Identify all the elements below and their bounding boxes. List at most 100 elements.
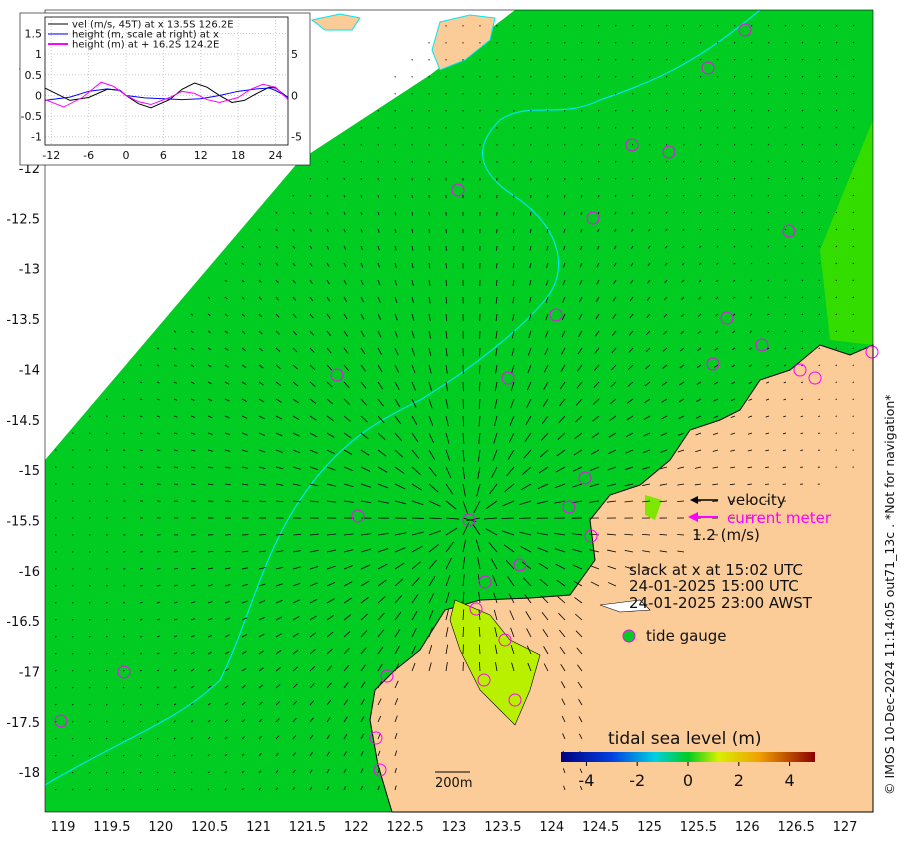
inset-x-tick: 24 [269,149,283,162]
velocity-arrow [852,347,855,349]
velocity-arrow [852,381,855,383]
velocity-arrow [122,398,125,400]
velocity-arrow [156,466,161,468]
lon-tick-label: 125 [637,820,662,835]
colorbar [561,752,815,762]
velocity-arrow [632,58,634,61]
colorbar-tick-label: -2 [629,771,645,790]
velocity-arrow [411,194,413,199]
lon-tick-label: 124.5 [582,820,619,835]
velocity-arrow [105,653,108,655]
lon-tick-label: 120 [148,820,173,835]
velocity-arrow [377,177,379,181]
velocity-arrow [496,262,498,269]
velocity-arrow [615,126,617,129]
velocity-arrow [666,92,668,95]
velocity-arrow [122,653,125,655]
velocity-arrow [445,262,447,269]
lat-tick-label: -15 [19,464,40,479]
lon-tick-label: 123.5 [484,820,521,835]
velocity-arrow [649,126,651,129]
velocity-arrow [683,41,685,44]
colorbar-title: tidal sea level (m) [608,729,762,749]
velocity-arrow [88,687,91,689]
velocity-arrow [54,670,57,672]
velocity-arrow [105,687,108,689]
velocity-arrow [156,568,161,570]
inset-y-tick: 0.5 [25,69,43,82]
velocity-arrow [649,109,651,112]
lon-tick-label: 122 [344,820,369,835]
lon-tick-label: 125.5 [680,820,717,835]
time-utc: 24-01-2025 15:00 UTC [629,577,799,595]
velocity-arrow [649,24,651,27]
legend-tide-gauge: tide gauge [646,627,727,645]
inset-x-tick: -6 [83,149,94,162]
lon-tick-label: 121 [246,820,271,835]
velocity-arrow [666,41,668,44]
lon-tick-label: 119.5 [93,820,130,835]
velocity-arrow [632,126,634,129]
velocity-arrow [649,75,651,78]
colorbar-tick-label: 4 [785,771,795,790]
velocity-arrow [782,466,787,468]
velocity-arrow [615,143,617,146]
velocity-arrow [818,415,821,417]
velocity-arrow [139,449,143,451]
lat-tick-label: -13.5 [6,313,40,328]
lon-tick-label: 126 [735,820,760,835]
velocity-arrow [800,449,804,451]
velocity-arrow [71,670,74,672]
lat-tick-label: -14.5 [6,414,40,429]
velocity-arrow [649,41,651,44]
velocity-arrow [632,75,634,78]
velocity-arrow [122,636,125,638]
tide-gauge-icon [622,629,636,643]
legend-current-meter: current meter [727,509,831,527]
inset-x-tick: 6 [160,149,167,162]
inset-y-right-tick: 0 [291,89,298,102]
velocity-arrow [122,670,125,672]
velocity-arrow [513,211,515,216]
velocity-arrow [666,58,668,61]
velocity-arrow [547,177,549,181]
velocity-arrow [835,381,838,383]
velocity-arrow [632,92,634,95]
velocity-arrow [615,160,617,163]
velocity-arrow [615,109,617,112]
lon-tick-label: 120.5 [191,820,228,835]
lon-tick-label: 126.5 [778,820,815,835]
colorbar-tick-label: -4 [578,771,594,790]
velocity-arrow [122,432,126,434]
velocity-arrow [747,483,753,485]
velocity-arrow [326,160,328,163]
lon-tick-label: 127 [833,820,858,835]
inset-x-tick: -12 [42,149,60,162]
legend-scale: 1.2 (m/s) [692,526,760,544]
inset-y-tick: 1.5 [25,28,43,41]
inset-y-tick: 0 [35,89,42,102]
lat-tick-label: -16 [19,565,40,580]
lat-tick-label: -17 [19,666,40,681]
velocity-arrow [632,109,634,112]
velocity-arrow [530,194,532,199]
velocity-arrow [632,160,634,163]
velocity-arrow [501,517,515,519]
velocity-arrow [564,177,566,181]
inset-y-right-tick: 5 [291,48,298,61]
inset-y-tick: -0.5 [21,110,42,123]
velocity-arrow [649,92,651,95]
velocity-arrow [666,24,668,27]
time-awst: 24-01-2025 23:00 AWST [629,594,812,612]
credit-text: © IMOS 10-Dec-2024 11:14:05 out71_13c . … [882,394,897,795]
lon-tick-label: 124 [539,820,564,835]
scale-label: 200m [435,776,472,791]
velocity-arrow [190,551,196,553]
lat-tick-label: -17.5 [6,716,40,731]
colorbar-tick-label: 2 [734,771,744,790]
lat-tick-label: -18 [19,766,40,781]
lat-tick-label: -12.5 [6,212,40,227]
inset-x-tick: 12 [194,149,208,162]
velocity-arrow [54,704,57,706]
colorbar-tick-label: 0 [683,771,693,790]
